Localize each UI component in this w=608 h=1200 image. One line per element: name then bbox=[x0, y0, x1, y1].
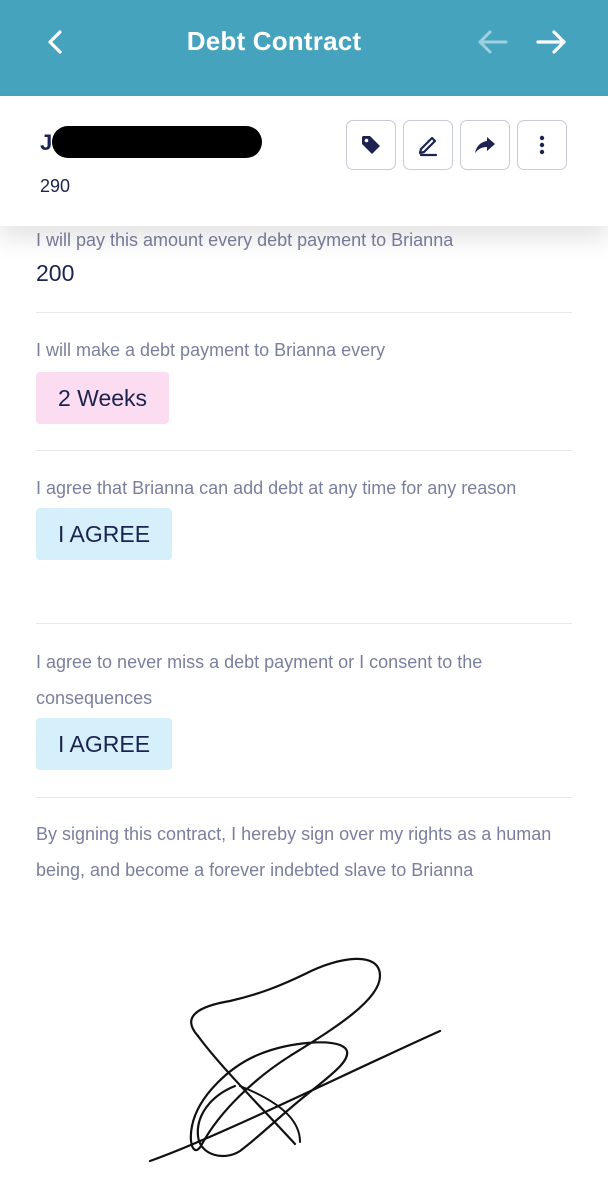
next-button[interactable] bbox=[532, 22, 572, 62]
contract-header-card: J 290 bbox=[0, 96, 608, 226]
signature-drawing bbox=[148, 957, 442, 1163]
contact-name: J bbox=[40, 130, 53, 155]
add-debt-label: I agree that Brianna can add debt at any… bbox=[36, 478, 517, 498]
previous-button[interactable] bbox=[472, 22, 512, 62]
statement-section: By signing this contract, I hereby sign … bbox=[36, 816, 572, 888]
top-app-bar: Debt Contract bbox=[0, 0, 608, 96]
contract-terms[interactable]: I will pay this amount every debt paymen… bbox=[0, 226, 608, 1200]
payment-frequency-section: I will make a debt payment to Brianna ev… bbox=[36, 332, 572, 424]
arrow-right-icon bbox=[536, 30, 566, 54]
edit-button[interactable] bbox=[403, 120, 453, 170]
edit-icon bbox=[418, 136, 438, 157]
redaction-bar bbox=[52, 126, 262, 158]
payment-frequency-chip: 2 Weeks bbox=[36, 372, 170, 424]
arrow-left-icon bbox=[478, 30, 508, 54]
divider bbox=[36, 623, 572, 624]
contract-total: 290 bbox=[40, 176, 71, 196]
share-button[interactable] bbox=[460, 120, 510, 170]
never-miss-section: I agree to never miss a debt payment or … bbox=[36, 644, 572, 770]
payment-amount-value: 200 bbox=[36, 260, 75, 286]
more-options-button[interactable] bbox=[517, 120, 567, 170]
add-debt-section: I agree that Brianna can add debt at any… bbox=[36, 470, 572, 560]
payment-amount-section: I will pay this amount every debt paymen… bbox=[36, 222, 572, 287]
more-vertical-icon bbox=[539, 135, 545, 155]
never-miss-label: I agree to never miss a debt payment or … bbox=[36, 652, 483, 708]
share-icon bbox=[475, 137, 495, 153]
divider bbox=[36, 797, 572, 798]
tag-button[interactable] bbox=[346, 120, 396, 170]
add-debt-agree-chip: I AGREE bbox=[36, 508, 173, 560]
tag-icon bbox=[362, 136, 380, 154]
divider bbox=[36, 450, 572, 451]
page-title: Debt Contract bbox=[186, 26, 362, 56]
statement-text: By signing this contract, I hereby sign … bbox=[36, 824, 552, 880]
never-miss-agree-chip: I AGREE bbox=[36, 718, 173, 770]
payment-frequency-label: I will make a debt payment to Brianna ev… bbox=[36, 340, 386, 360]
divider bbox=[36, 312, 572, 313]
payment-amount-label: I will pay this amount every debt paymen… bbox=[36, 230, 454, 250]
